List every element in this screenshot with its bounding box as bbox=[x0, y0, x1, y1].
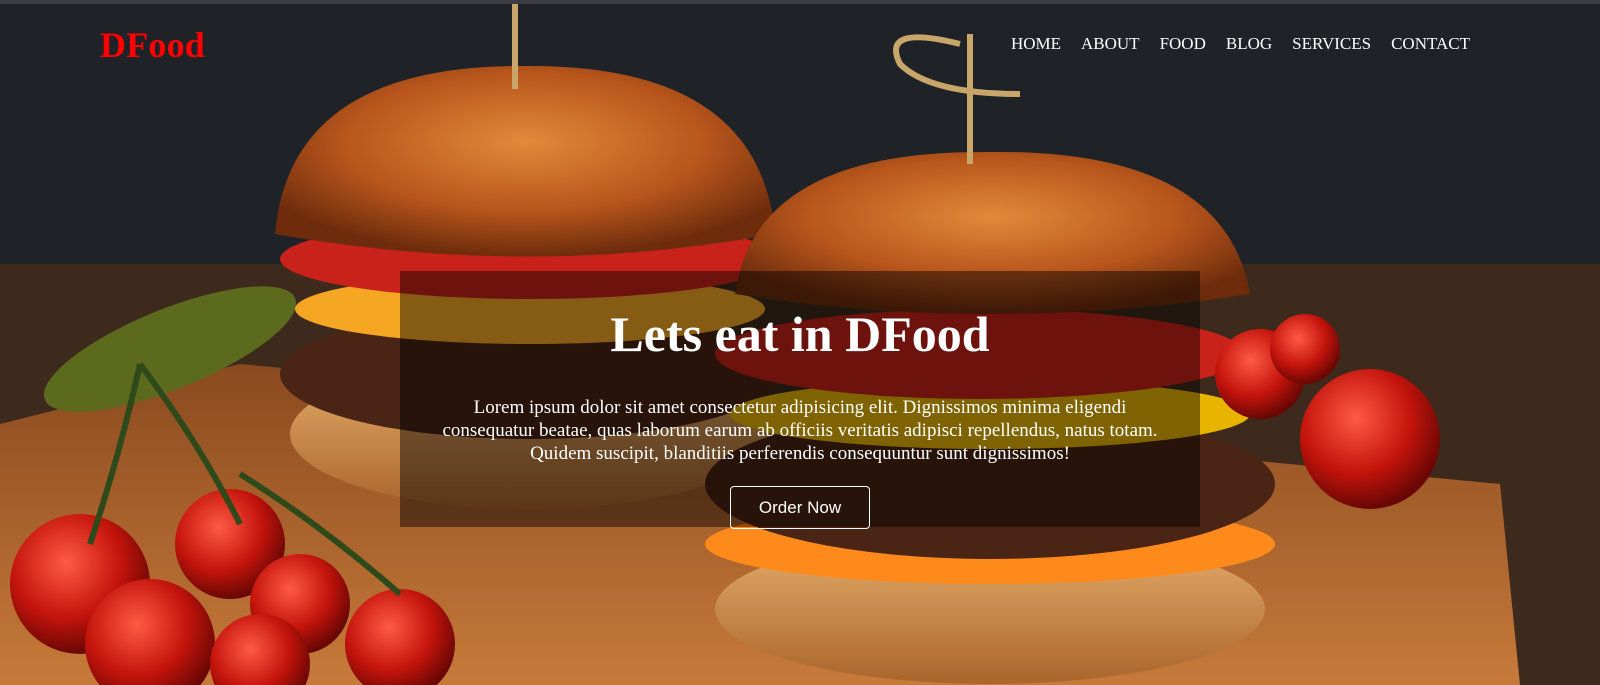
hero-description: Lorem ipsum dolor sit amet consectetur a… bbox=[442, 397, 1158, 464]
nav-item-about[interactable]: ABOUT bbox=[1081, 34, 1140, 54]
order-now-button[interactable]: Order Now bbox=[730, 486, 870, 529]
nav-item-contact[interactable]: CONTACT bbox=[1391, 34, 1470, 54]
nav-item-home[interactable]: HOME bbox=[1011, 34, 1061, 54]
site-logo[interactable]: DFood bbox=[100, 24, 205, 66]
top-navbar: DFood HOME ABOUT FOOD BLOG SERVICES CONT… bbox=[0, 4, 1600, 84]
nav-item-food[interactable]: FOOD bbox=[1160, 34, 1206, 54]
nav-item-services[interactable]: SERVICES bbox=[1292, 34, 1371, 54]
hero-overlay-card: Lets eat in DFood Lorem ipsum dolor sit … bbox=[400, 271, 1200, 529]
hero-title: Lets eat in DFood bbox=[610, 306, 990, 362]
nav-item-blog[interactable]: BLOG bbox=[1226, 34, 1272, 54]
main-nav: HOME ABOUT FOOD BLOG SERVICES CONTACT bbox=[991, 34, 1470, 54]
